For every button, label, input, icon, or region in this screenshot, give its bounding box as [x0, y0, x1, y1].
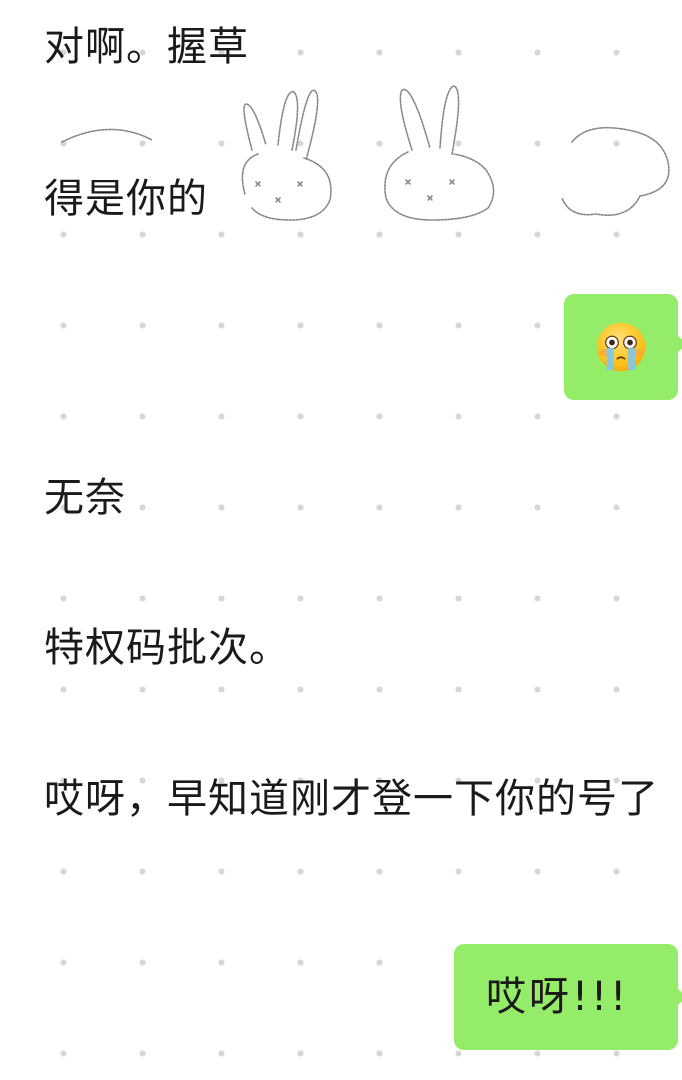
message-bubble[interactable]: 哎呀!!! — [454, 944, 682, 1050]
chat-message-area: 对啊。握草 得是你的 无奈 特权码批次。 哎呀，早知道刚才登一下你的号了 哎呀!… — [0, 0, 682, 1080]
bubble-tail — [677, 335, 682, 353]
message-text[interactable]: 得是你的 — [44, 173, 669, 225]
message-text[interactable]: 对啊。握草 — [44, 21, 669, 73]
bubble-tail — [677, 988, 682, 1006]
message-text[interactable]: 哎呀，早知道刚才登一下你的号了 — [44, 773, 669, 825]
message-text[interactable]: 特权码批次。 — [44, 622, 669, 674]
bubble-text: 哎呀!!! — [486, 974, 630, 1020]
message-text[interactable]: 无奈 — [44, 472, 669, 524]
message-bubble[interactable] — [564, 294, 682, 400]
crying-face-emoji — [596, 322, 646, 372]
